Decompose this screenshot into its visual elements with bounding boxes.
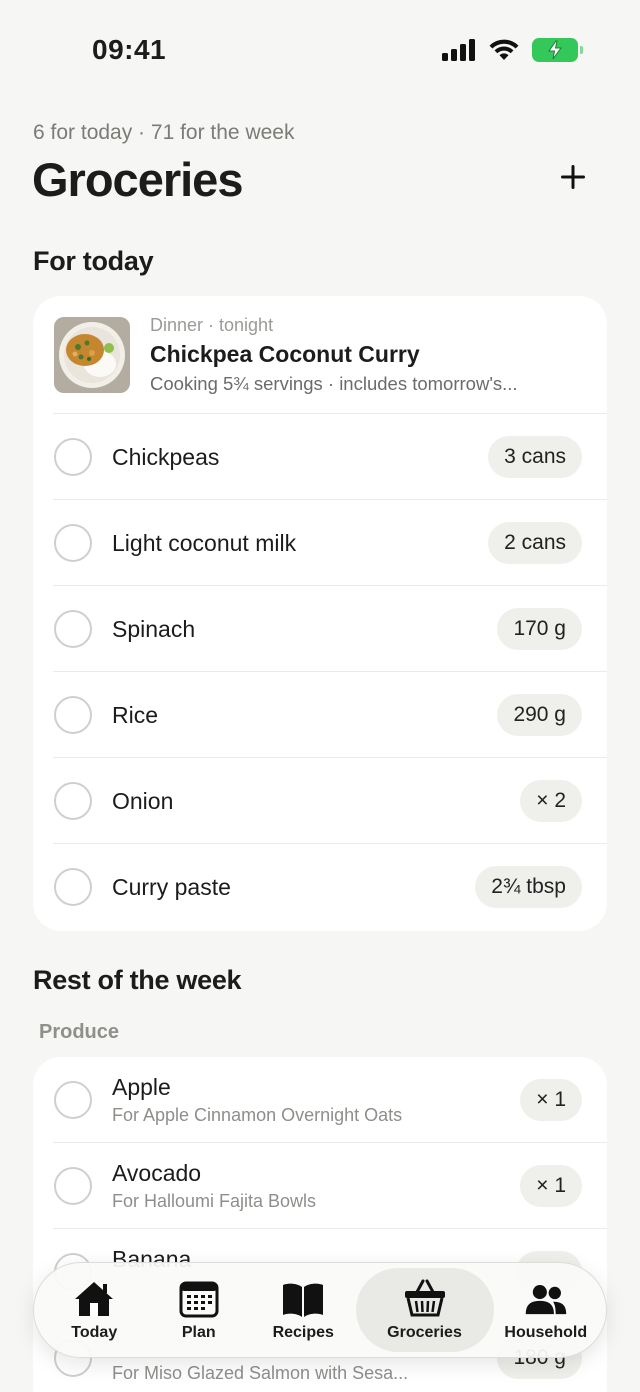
item-checkbox[interactable] <box>54 868 92 906</box>
grocery-row[interactable]: Spinach 170 g <box>53 586 607 672</box>
house-icon <box>75 1282 114 1316</box>
item-quantity: 2¾ tbsp <box>475 866 582 908</box>
tab-recipes[interactable]: Recipes <box>251 1268 356 1352</box>
section-title-week: Rest of the week <box>33 965 242 995</box>
status-icons <box>442 38 583 62</box>
item-name: Chickpeas <box>112 444 220 470</box>
status-time: 09:41 <box>92 34 167 65</box>
add-item-button[interactable] <box>556 160 590 194</box>
item-quantity: × 2 <box>520 780 582 822</box>
item-checkbox[interactable] <box>54 782 92 820</box>
meal-title: Chickpea Coconut Curry <box>150 341 420 367</box>
tab-label: Groceries <box>387 1324 462 1341</box>
item-name: Rice <box>112 702 159 728</box>
book-icon <box>283 1283 324 1317</box>
item-name: Light coconut milk <box>112 530 297 556</box>
grocery-row[interactable]: Apple For Apple Cinnamon Overnight Oats … <box>53 1057 607 1143</box>
item-checkbox[interactable] <box>54 696 92 734</box>
status-bar: 09:41 <box>0 0 640 100</box>
item-checkbox[interactable] <box>54 524 92 562</box>
meal-header[interactable]: Dinner · tonight Chickpea Coconut Curry … <box>53 296 607 414</box>
calendar-icon <box>179 1281 219 1318</box>
meal-servings-note: Cooking 5¾ servings · includes tomorrow'… <box>150 373 518 394</box>
tab-bar: Today Plan Recipes Groceries Household <box>33 1262 607 1358</box>
basket-icon <box>404 1279 445 1317</box>
groceries-summary: 6 for today · 71 for the week <box>33 121 295 144</box>
item-quantity: 170 g <box>497 608 582 650</box>
tab-label: Household <box>504 1324 588 1341</box>
item-name: Apple <box>112 1074 171 1100</box>
tab-today[interactable]: Today <box>42 1268 147 1352</box>
category-label-produce: Produce <box>39 1021 120 1043</box>
item-quantity: 3 cans <box>488 436 582 478</box>
section-title-today: For today <box>33 246 154 276</box>
plus-icon <box>561 165 585 189</box>
page-title: Groceries <box>32 153 243 206</box>
tab-label: Plan <box>181 1324 216 1341</box>
item-name: Curry paste <box>112 874 231 900</box>
meal-kicker: Dinner · tonight <box>150 315 274 335</box>
item-quantity: 2 cans <box>488 522 582 564</box>
item-recipe-source: For Apple Cinnamon Overnight Oats <box>112 1105 403 1125</box>
item-checkbox[interactable] <box>54 1167 92 1205</box>
wifi-icon <box>489 39 519 60</box>
grocery-row[interactable]: Avocado For Halloumi Fajita Bowls × 1 <box>53 1143 607 1229</box>
grocery-row[interactable]: Rice 290 g <box>53 672 607 758</box>
item-quantity: × 1 <box>520 1165 582 1207</box>
item-name: Spinach <box>112 616 196 642</box>
item-recipe-source: For Halloumi Fajita Bowls <box>112 1191 317 1211</box>
tab-label: Recipes <box>272 1324 334 1341</box>
item-checkbox[interactable] <box>54 438 92 476</box>
today-card: Dinner · tonight Chickpea Coconut Curry … <box>33 296 607 931</box>
grocery-row[interactable]: Chickpeas 3 cans <box>53 414 607 500</box>
meal-thumbnail <box>54 317 130 393</box>
tab-label: Today <box>71 1324 118 1341</box>
tab-groceries[interactable]: Groceries <box>355 1268 494 1352</box>
item-quantity: 290 g <box>497 694 582 736</box>
tab-household[interactable]: Household <box>494 1268 599 1352</box>
grocery-row[interactable]: Light coconut milk 2 cans <box>53 500 607 586</box>
item-checkbox[interactable] <box>54 610 92 648</box>
battery-charging-icon <box>532 38 583 62</box>
grocery-row[interactable]: Curry paste 2¾ tbsp <box>53 844 607 930</box>
tab-plan[interactable]: Plan <box>147 1268 252 1352</box>
item-quantity: × 1 <box>520 1079 582 1121</box>
item-name: Avocado <box>112 1160 202 1186</box>
item-checkbox[interactable] <box>54 1081 92 1119</box>
item-name: Onion <box>112 788 174 814</box>
people-icon <box>525 1285 567 1315</box>
grocery-row[interactable]: Onion × 2 <box>53 758 607 844</box>
cellular-signal-icon <box>442 39 475 61</box>
item-recipe-source: For Miso Glazed Salmon with Sesa... <box>112 1363 409 1383</box>
